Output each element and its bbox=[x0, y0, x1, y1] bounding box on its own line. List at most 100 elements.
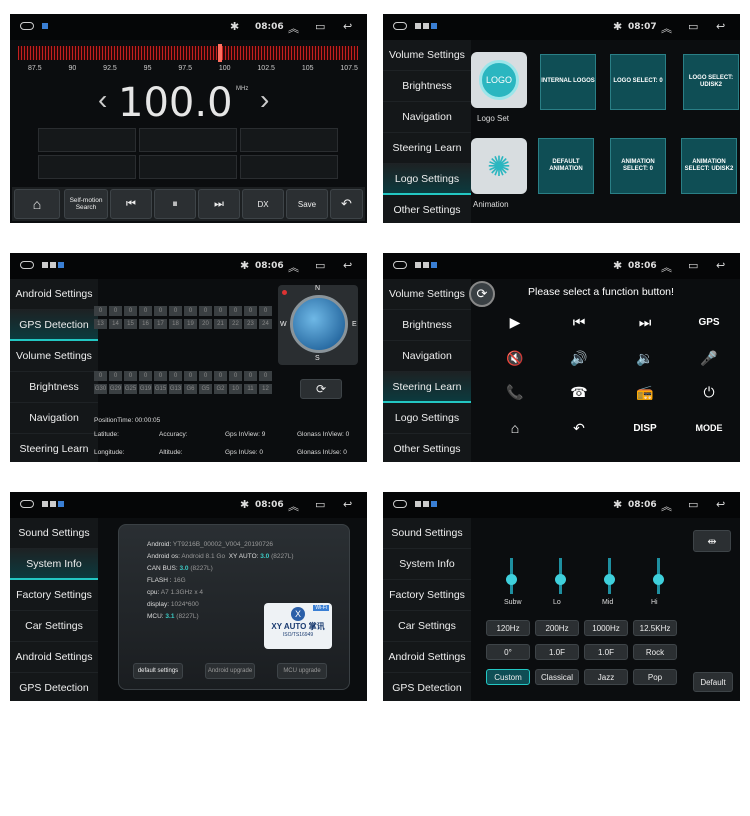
eq-slider-knob[interactable] bbox=[604, 574, 615, 585]
volume-down-icon[interactable]: 🔉 bbox=[625, 343, 665, 373]
microphone-icon[interactable]: 🎤 bbox=[689, 343, 729, 373]
hang-up-icon[interactable]: ☎ bbox=[559, 377, 599, 407]
menu-navigation[interactable]: Navigation bbox=[10, 403, 98, 434]
window-icon[interactable]: ▭ bbox=[688, 259, 698, 272]
preset-2[interactable] bbox=[139, 128, 237, 152]
menu-android[interactable]: Android Settings bbox=[10, 642, 98, 673]
q-1f-a[interactable]: 1.0F bbox=[535, 644, 579, 660]
radio-icon[interactable]: 📻 bbox=[625, 377, 665, 407]
preset-pop[interactable]: Pop bbox=[633, 669, 677, 685]
animation-select-0-tile[interactable]: ANIMATION SELECT: 0 bbox=[610, 138, 666, 194]
default-animation-tile[interactable]: DEFAULT ANIMATION bbox=[538, 138, 594, 194]
menu-gps[interactable]: GPS Detection bbox=[10, 673, 98, 701]
home-button[interactable]: ⌂ bbox=[495, 413, 535, 443]
menu-sound[interactable]: Sound Settings bbox=[10, 518, 98, 549]
menu-factory[interactable]: Factory Settings bbox=[10, 580, 98, 611]
expand-icon[interactable]: ︽ bbox=[661, 259, 672, 275]
default-settings-button[interactable]: default settings bbox=[133, 663, 183, 679]
menu-brightness[interactable]: Brightness bbox=[383, 71, 471, 102]
window-icon[interactable]: ▭ bbox=[688, 498, 698, 511]
menu-system-info[interactable]: System Info bbox=[383, 549, 471, 580]
freq-120hz[interactable]: 120Hz bbox=[486, 620, 530, 636]
power-icon[interactable]: ⏻ bbox=[689, 377, 729, 407]
menu-android[interactable]: Android Settings bbox=[383, 642, 471, 673]
back-icon[interactable]: ↩ bbox=[716, 259, 725, 272]
logo-select-udisk2-tile[interactable]: LOGO SELECT: UDISK2 bbox=[683, 54, 739, 110]
reset-button[interactable]: ⟳ bbox=[469, 281, 495, 307]
menu-navigation[interactable]: Navigation bbox=[383, 341, 471, 372]
window-icon[interactable]: ▭ bbox=[688, 20, 698, 33]
animation-select-udisk2-tile[interactable]: ANIMATION SELECT: UDISK2 bbox=[681, 138, 737, 194]
menu-other[interactable]: Other Settings bbox=[383, 195, 471, 223]
menu-logo[interactable]: Logo Settings bbox=[383, 164, 471, 195]
volume-up-icon[interactable]: 🔊 bbox=[559, 343, 599, 373]
expand-icon[interactable]: ︽ bbox=[661, 20, 672, 36]
preset-3[interactable] bbox=[240, 128, 338, 152]
expand-icon[interactable]: ︽ bbox=[288, 20, 299, 36]
prev-icon[interactable]: ⏮ bbox=[559, 307, 599, 337]
mute-icon[interactable]: 🔇 bbox=[495, 343, 535, 373]
prev-station-icon[interactable]: ‹ bbox=[98, 84, 107, 116]
freq-200hz[interactable]: 200Hz bbox=[535, 620, 579, 636]
preset-6[interactable] bbox=[240, 155, 338, 179]
self-motion-search-button[interactable]: Self-motion Search bbox=[64, 189, 108, 219]
mode-button[interactable]: MODE bbox=[689, 413, 729, 443]
menu-car[interactable]: Car Settings bbox=[10, 611, 98, 642]
play-icon[interactable]: ▶ bbox=[495, 307, 535, 337]
home-icon[interactable] bbox=[20, 261, 34, 269]
back-icon[interactable]: ↩ bbox=[343, 259, 352, 272]
return-icon[interactable]: ↶ bbox=[559, 413, 599, 443]
menu-volume[interactable]: Volume Settings bbox=[383, 40, 471, 71]
home-icon[interactable] bbox=[20, 500, 34, 508]
home-button[interactable]: ⌂ bbox=[14, 189, 60, 219]
back-icon[interactable]: ↩ bbox=[716, 498, 725, 511]
save-button[interactable]: Save bbox=[286, 189, 328, 219]
back-icon[interactable]: ↩ bbox=[343, 498, 352, 511]
home-icon[interactable] bbox=[393, 500, 407, 508]
menu-logo[interactable]: Logo Settings bbox=[383, 403, 471, 434]
refresh-button[interactable]: ⟳ bbox=[300, 379, 342, 399]
next-button[interactable]: ⏭ bbox=[198, 189, 240, 219]
logo-set-tile[interactable]: LOGO bbox=[471, 52, 527, 108]
logo-select-0-tile[interactable]: LOGO SELECT: 0 bbox=[610, 54, 666, 110]
next-station-icon[interactable]: › bbox=[260, 84, 269, 116]
menu-steering[interactable]: Steering Learn bbox=[383, 372, 471, 403]
window-icon[interactable]: ▭ bbox=[315, 259, 325, 272]
home-icon[interactable] bbox=[393, 22, 407, 30]
q-0[interactable]: 0° bbox=[486, 644, 530, 660]
menu-steering[interactable]: Steering Learn bbox=[10, 434, 98, 462]
mcu-upgrade-button[interactable]: MCU upgrade bbox=[277, 663, 327, 679]
animation-tile[interactable]: ✺ bbox=[471, 138, 527, 194]
eq-slider-knob[interactable] bbox=[653, 574, 664, 585]
expand-icon[interactable]: ︽ bbox=[288, 498, 299, 514]
menu-car[interactable]: Car Settings bbox=[383, 611, 471, 642]
frequency-dial[interactable] bbox=[18, 46, 358, 60]
menu-brightness[interactable]: Brightness bbox=[383, 310, 471, 341]
return-button[interactable]: ↶ bbox=[330, 189, 363, 219]
android-upgrade-button[interactable]: Android upgrade bbox=[205, 663, 255, 679]
home-icon[interactable] bbox=[393, 261, 407, 269]
menu-gps[interactable]: GPS Detection bbox=[383, 673, 471, 701]
menu-brightness[interactable]: Brightness bbox=[10, 372, 98, 403]
home-icon[interactable] bbox=[20, 22, 34, 30]
menu-other[interactable]: Other Settings bbox=[383, 434, 471, 462]
internal-logos-tile[interactable]: INTERNAL LOGOS bbox=[540, 54, 596, 110]
eq-slider-knob[interactable] bbox=[555, 574, 566, 585]
window-icon[interactable]: ▭ bbox=[315, 498, 325, 511]
next-icon[interactable]: ⏭ bbox=[625, 307, 665, 337]
menu-steering[interactable]: Steering Learn bbox=[383, 133, 471, 164]
expand-icon[interactable]: ︽ bbox=[288, 259, 299, 275]
preset-custom[interactable]: Custom bbox=[486, 669, 530, 685]
balance-button[interactable]: ⇹ bbox=[693, 530, 731, 552]
preset-rock[interactable]: Rock bbox=[633, 644, 677, 660]
freq-12-5khz[interactable]: 12.5KHz bbox=[633, 620, 677, 636]
default-button[interactable]: Default bbox=[693, 672, 733, 692]
menu-sound[interactable]: Sound Settings bbox=[383, 518, 471, 549]
back-icon[interactable]: ↩ bbox=[716, 20, 725, 33]
menu-factory[interactable]: Factory Settings bbox=[383, 580, 471, 611]
disp-button[interactable]: DISP bbox=[625, 413, 665, 443]
preset-1[interactable] bbox=[38, 128, 136, 152]
freq-1000hz[interactable]: 1000Hz bbox=[584, 620, 628, 636]
phone-icon[interactable]: 📞 bbox=[495, 377, 535, 407]
gps-button[interactable]: GPS bbox=[689, 307, 729, 337]
